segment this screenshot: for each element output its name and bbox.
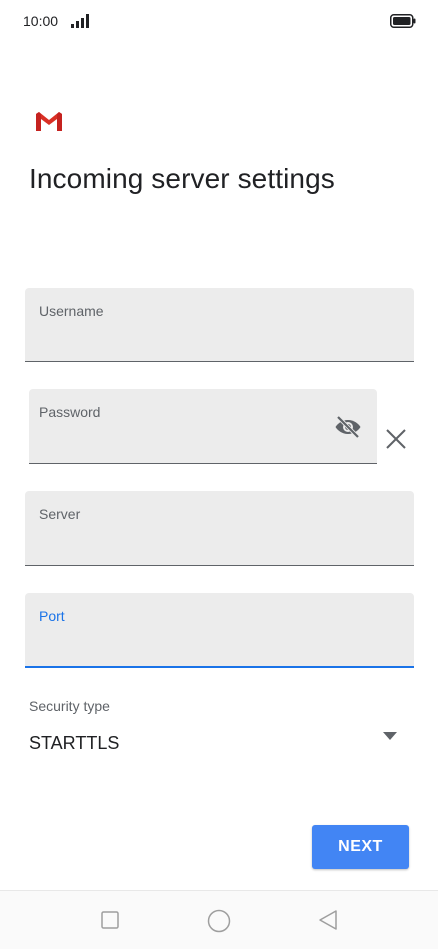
square-icon[interactable] (101, 911, 119, 929)
server-input[interactable] (39, 535, 400, 559)
server-label: Server (39, 506, 81, 522)
username-field[interactable]: Username (25, 288, 414, 362)
gmail-logo-icon (36, 112, 62, 131)
signal-icon (71, 14, 89, 28)
security-type-value: STARTTLS (29, 733, 120, 753)
battery-icon (390, 14, 416, 28)
circle-icon[interactable] (207, 909, 231, 933)
status-time: 10:00 (23, 13, 59, 29)
password-label: Password (39, 404, 101, 420)
port-input[interactable] (39, 636, 400, 660)
navigation-bar (0, 890, 438, 949)
port-field[interactable]: Port (25, 593, 414, 668)
status-bar: 10:00 (0, 0, 438, 42)
password-input[interactable] (39, 433, 327, 457)
username-input[interactable] (39, 331, 400, 355)
visibility-off-icon[interactable] (334, 415, 362, 439)
port-label: Port (39, 608, 65, 624)
security-type-label: Security type (29, 698, 110, 714)
dropdown-arrow-icon[interactable] (382, 731, 398, 741)
page-title: Incoming server settings (29, 163, 335, 194)
username-label: Username (39, 303, 104, 319)
server-field[interactable]: Server (25, 491, 414, 566)
close-icon[interactable] (385, 428, 407, 450)
password-field[interactable]: Password (29, 389, 377, 464)
next-button[interactable]: NEXT (312, 825, 409, 869)
back-triangle-icon[interactable] (318, 909, 338, 931)
